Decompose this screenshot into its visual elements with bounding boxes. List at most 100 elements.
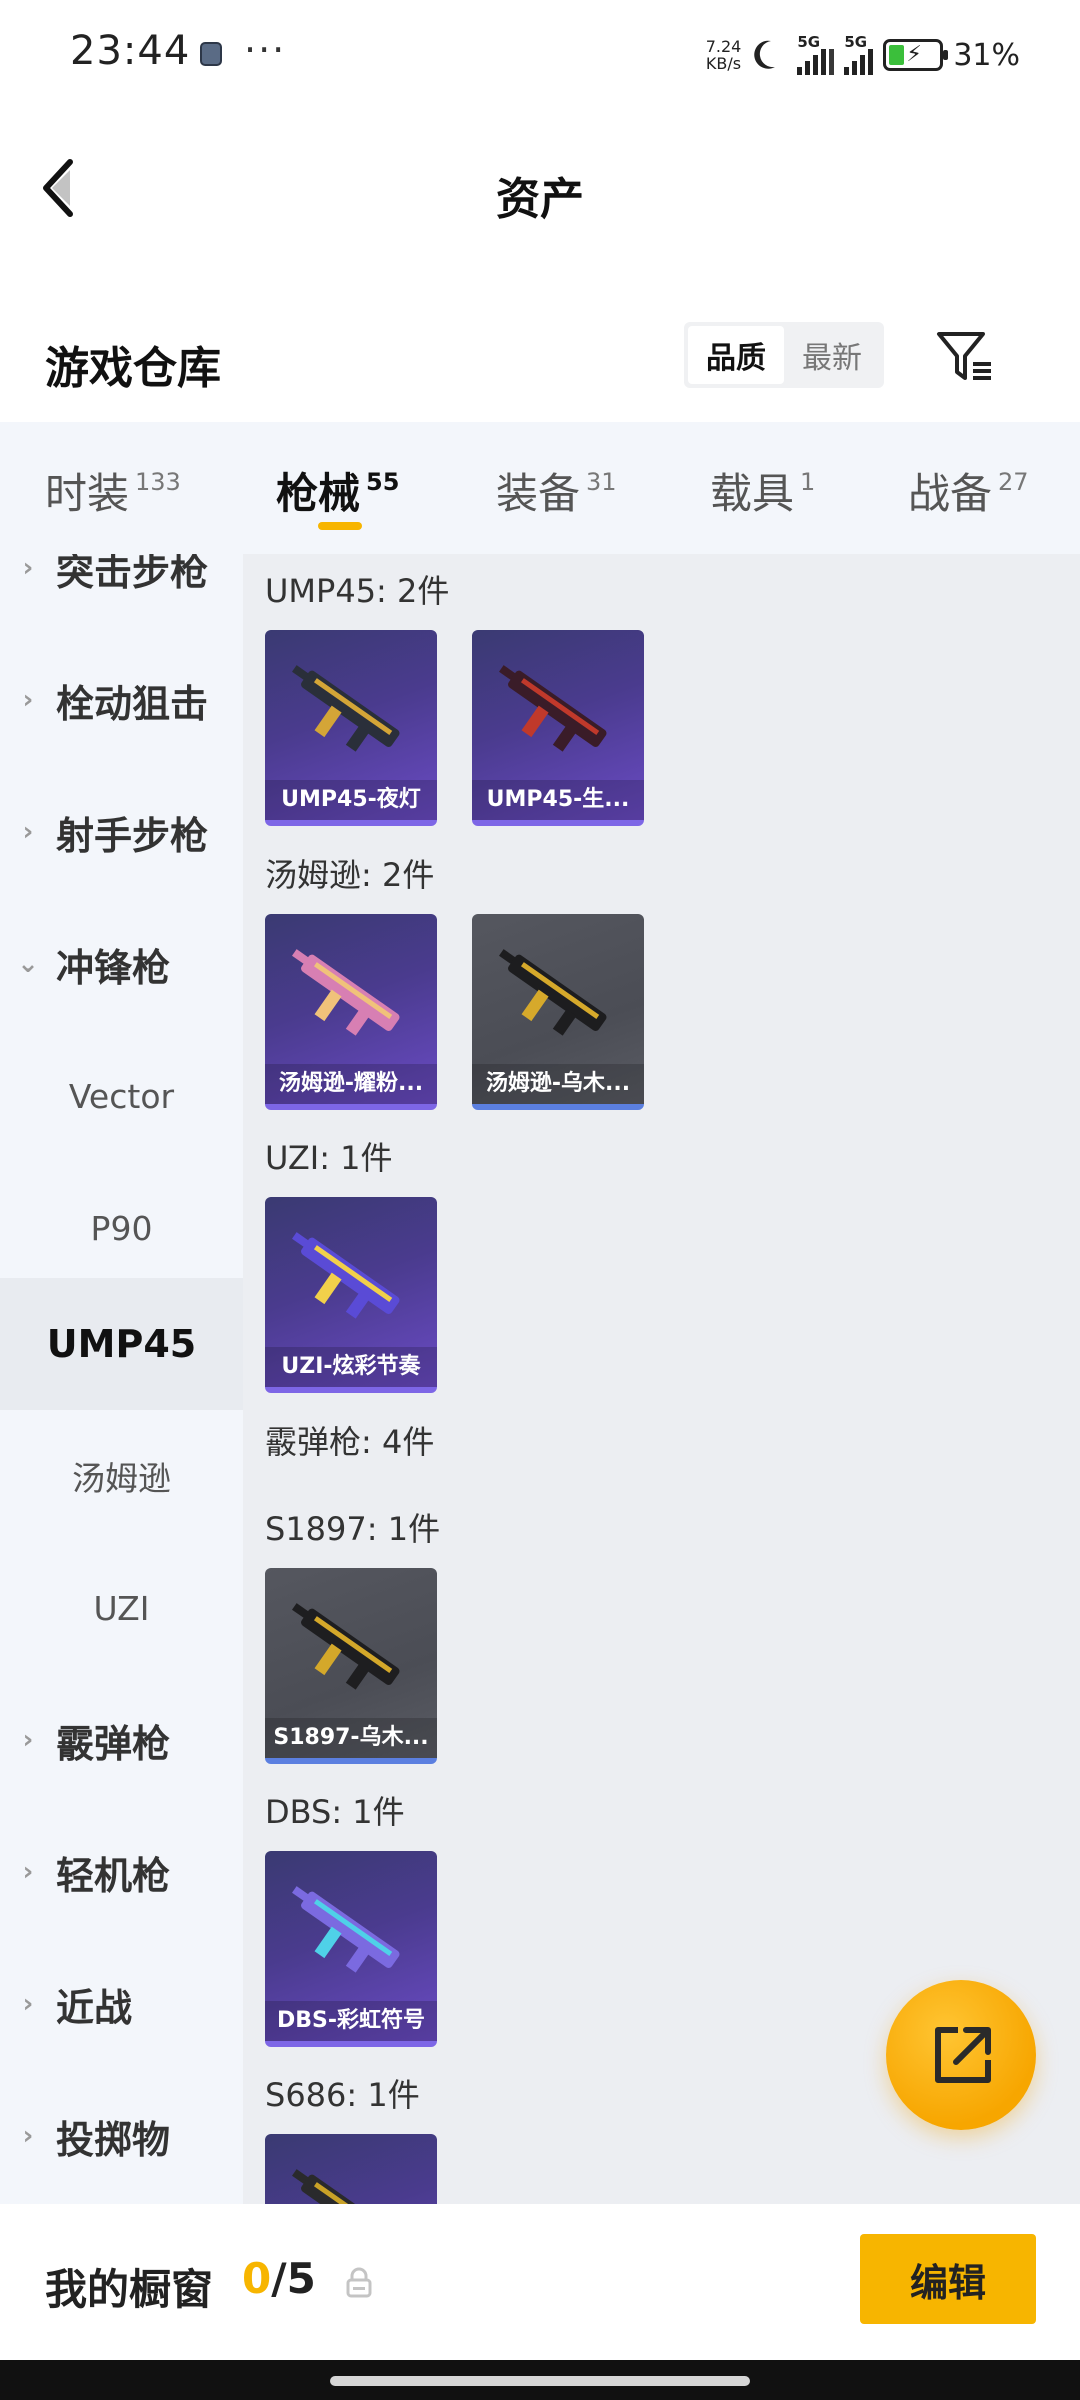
- sidebar-item-ump45[interactable]: UMP45: [0, 1278, 243, 1410]
- sort-option-latest[interactable]: 最新: [784, 326, 880, 384]
- sidebar-item-assault-rifle[interactable]: › 突击步枪: [0, 554, 243, 634]
- weapon-name: 汤姆逊-乌木...: [472, 1064, 644, 1104]
- weapon-image: [499, 949, 607, 1036]
- section-title: 霰弹枪: 4件: [265, 1423, 435, 1461]
- clock: 23:44: [70, 28, 191, 74]
- battery-icon: ⚡: [883, 39, 949, 71]
- system-navigation-bar: [0, 2360, 1080, 2400]
- tab-count: 133: [135, 468, 181, 496]
- chevron-right-icon: ›: [22, 685, 34, 715]
- status-bar: 23:44 ··· 7.24 KB/s 5G 5G ⚡ 31%: [0, 0, 1080, 108]
- lock-icon: [346, 2267, 372, 2298]
- sidebar-item-shotgun[interactable]: › 霰弹枪: [0, 1674, 243, 1806]
- network-speed-value: 7.24: [705, 37, 742, 56]
- weapon-name: S1897-乌木...: [265, 1718, 437, 1758]
- chevron-right-icon: ›: [22, 1857, 34, 1887]
- weapon-card[interactable]: 汤姆逊-乌木...: [472, 914, 644, 1110]
- weapon-card[interactable]: UMP45-生...: [472, 630, 644, 826]
- weapon-silhouette: [292, 949, 400, 1036]
- weapon-card[interactable]: UMP45-夜灯: [265, 630, 437, 826]
- weapon-silhouette: [499, 665, 607, 752]
- sidebar-item-p90[interactable]: P90: [0, 1162, 243, 1294]
- home-gesture-handle[interactable]: [330, 2376, 750, 2386]
- sidebar-item-lmg[interactable]: › 轻机枪: [0, 1806, 243, 1938]
- sort-toggle: 品质 最新: [684, 322, 884, 388]
- signal-icon: 5G: [797, 33, 835, 75]
- warehouse-title: 游戏仓库: [45, 343, 221, 394]
- weapon-card[interactable]: S1897-乌木...: [265, 1568, 437, 1764]
- sidebar-item-label: 冲锋枪: [56, 945, 171, 990]
- weapon-name: UMP45-生...: [472, 780, 644, 820]
- chevron-right-icon: ›: [22, 1989, 34, 2019]
- status-icons: 7.24 KB/s 5G 5G ⚡ 31%: [706, 30, 1020, 80]
- category-tabs: 时装 133 枪械 55 装备 31 载具 1 战备 27: [0, 422, 1080, 554]
- sidebar-item-label: 近战: [56, 1985, 133, 2030]
- signal-icon: 5G: [844, 33, 874, 75]
- section-title: 汤姆逊: 2件: [265, 856, 435, 894]
- weapon-silhouette: [292, 665, 400, 752]
- sidebar-item-marksman-rifle[interactable]: › 射手步枪: [0, 766, 243, 898]
- sidebar-item-melee[interactable]: › 近战: [0, 1938, 243, 2070]
- section-title: S686: 1件: [265, 2076, 420, 2114]
- weapon-silhouette: [292, 1603, 400, 1690]
- tab-count: 55: [366, 468, 400, 496]
- app-notification-icon: [200, 42, 222, 66]
- sim2-network-type: 5G: [844, 33, 868, 51]
- showcase-count: 0/5: [242, 2254, 316, 2303]
- sidebar-item-thompson[interactable]: 汤姆逊: [0, 1410, 243, 1542]
- tab-count: 1: [800, 468, 816, 496]
- tab-count: 31: [586, 468, 617, 496]
- tab-equipment[interactable]: 装备 31: [496, 460, 617, 521]
- chevron-down-icon: ⌄: [17, 949, 39, 979]
- sidebar-item-vector[interactable]: Vector: [0, 1030, 243, 1162]
- tab-label: 装备: [496, 469, 581, 518]
- weapon-list: UMP45: 2件 汤姆逊: 2件 UZI: 1件 霰弹枪: 4件 S1897:…: [243, 554, 1080, 2204]
- weapon-image: [292, 1232, 400, 1319]
- network-speed: 7.24 KB/s: [706, 38, 742, 72]
- section-title: UZI: 1件: [265, 1139, 393, 1177]
- weapon-card[interactable]: [265, 2134, 437, 2204]
- weapon-card[interactable]: DBS-彩虹符号: [265, 1851, 437, 2047]
- sidebar-item-uzi[interactable]: UZI: [0, 1542, 243, 1674]
- chevron-right-icon: ›: [22, 2121, 34, 2151]
- tab-vehicles[interactable]: 载具 1: [710, 460, 815, 521]
- top-app-bar: 资产: [0, 108, 1080, 268]
- weapon-name: 汤姆逊-耀粉...: [265, 1064, 437, 1104]
- tab-count: 27: [998, 468, 1029, 496]
- sidebar-item-smg[interactable]: ⌄ 冲锋枪: [0, 898, 243, 1030]
- sidebar-item-throwables[interactable]: › 投掷物: [0, 2070, 243, 2202]
- tab-weapons[interactable]: 枪械 55: [276, 460, 399, 521]
- weapon-silhouette: [292, 2169, 400, 2204]
- weapon-image: [292, 949, 400, 1036]
- weapon-type-sidebar: › 突击步枪 › 栓动狙击 › 射手步枪 ⌄ 冲锋枪 Vector P90 UMP45 …: [0, 554, 243, 2204]
- weapon-name: DBS-彩虹符号: [265, 2001, 437, 2041]
- weapon-image: [292, 1603, 400, 1690]
- tab-label: 载具: [710, 469, 795, 518]
- filter-icon[interactable]: [935, 322, 995, 388]
- weapon-image: [292, 2169, 400, 2204]
- tab-supplies[interactable]: 战备 27: [908, 460, 1029, 521]
- share-button[interactable]: [886, 1980, 1036, 2130]
- edit-button[interactable]: 编辑: [860, 2234, 1036, 2324]
- sidebar-item-bolt-sniper[interactable]: › 栓动狙击: [0, 634, 243, 766]
- showcase-bar: 我的橱窗 0/5 编辑: [0, 2204, 1080, 2360]
- sort-option-quality[interactable]: 品质: [688, 326, 784, 384]
- sidebar-item-label: 轻机枪: [56, 1853, 171, 1898]
- sidebar-item-label: 霰弹枪: [56, 1721, 171, 1766]
- moon-icon: [754, 40, 776, 69]
- tab-fashion[interactable]: 时装 133: [45, 460, 181, 521]
- sidebar-item-label: 射手步枪: [56, 813, 209, 858]
- weapon-card[interactable]: 汤姆逊-耀粉...: [265, 914, 437, 1110]
- warehouse-header: 游戏仓库 品质 最新: [0, 300, 1080, 420]
- weapon-image: [499, 665, 607, 752]
- section-title: DBS: 1件: [265, 1793, 405, 1831]
- showcase-max: 5: [286, 2254, 316, 2303]
- weapon-image: [292, 1886, 400, 1973]
- sidebar-item-label: 突击步枪: [56, 554, 209, 594]
- weapon-card[interactable]: UZI-炫彩节奏: [265, 1197, 437, 1393]
- showcase-title: 我的橱窗: [45, 2265, 214, 2314]
- chevron-right-icon: ›: [22, 817, 34, 847]
- showcase-current: 0: [242, 2254, 272, 2303]
- weapon-name: UZI-炫彩节奏: [265, 1347, 437, 1387]
- showcase-separator: /: [271, 2254, 287, 2303]
